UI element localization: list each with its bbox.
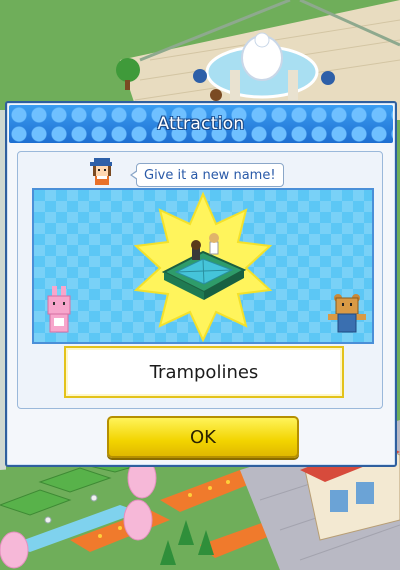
attraction-preview-art <box>47 191 366 342</box>
game-screen: Attraction Give it a new name! Trampolin… <box>0 0 400 570</box>
speech-bubble: Give it a new name! <box>130 163 284 187</box>
attraction-name-field[interactable]: Trampolines <box>64 346 344 398</box>
attraction-dialog: Attraction Give it a new name! Trampolin… <box>5 101 397 467</box>
attraction-preview <box>32 188 374 344</box>
ok-button[interactable]: OK <box>107 416 299 458</box>
staff-avatar-icon <box>90 158 112 185</box>
dialog-title: Attraction <box>157 114 245 134</box>
dialog-content-panel: Give it a new name! Trampolines <box>17 151 383 409</box>
pink-rabbit-mascot-icon <box>47 286 71 333</box>
dialog-title-bar: Attraction <box>9 105 393 143</box>
bear-mascot-icon <box>328 294 366 333</box>
